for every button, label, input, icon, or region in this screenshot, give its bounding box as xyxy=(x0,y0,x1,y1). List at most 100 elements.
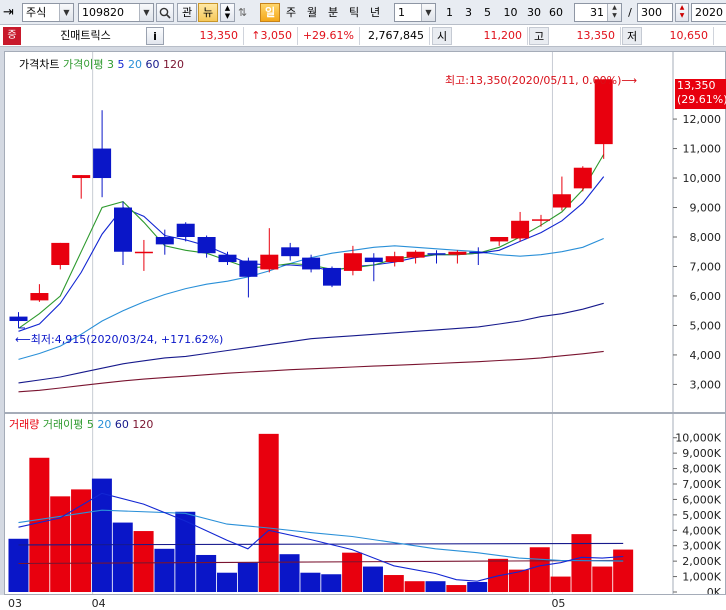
high-price: 13,350 xyxy=(549,27,621,45)
high-label: 고 xyxy=(529,27,549,45)
news-button[interactable]: 뉴 xyxy=(198,3,218,22)
period-week[interactable]: 주 xyxy=(281,3,301,22)
legend-ma60: 60 xyxy=(145,58,160,71)
spin-updown[interactable]: ▲ ▼ xyxy=(220,3,235,22)
candle xyxy=(448,251,467,255)
open-label: 시 xyxy=(432,27,452,45)
period-month[interactable]: 월 xyxy=(302,3,322,22)
volume-chart: 0K 1,000K 2,000K 3,000K 4,000K 5,000K 6,000K 7,… xyxy=(8,414,722,594)
volume-bar xyxy=(133,531,154,592)
legend-ma120: 120 xyxy=(162,58,184,71)
volume-bar xyxy=(258,433,279,592)
interest-button[interactable]: 관 xyxy=(177,3,197,22)
price-tick-label: 8,000 xyxy=(690,231,722,244)
volume-bar xyxy=(217,572,237,592)
volume-tick-label: 6,000K xyxy=(682,493,721,506)
volume-bar xyxy=(196,554,217,592)
volume-bar xyxy=(446,585,467,592)
volume-bar xyxy=(300,572,321,592)
current-price-tag: 13,350 (29.61%) xyxy=(675,79,726,109)
interval-select[interactable]: 1 ▼ xyxy=(394,3,436,22)
volume-bar xyxy=(404,581,425,592)
volume-bar xyxy=(71,489,92,592)
arrows-icon: ⇅ xyxy=(238,6,248,19)
total-input[interactable]: 300 xyxy=(637,3,673,22)
candle xyxy=(511,220,530,239)
period-minute[interactable]: 분 xyxy=(323,3,343,22)
x-tick-label: 04 xyxy=(92,597,106,610)
volume-value: 2,767,845 xyxy=(360,27,430,45)
ma5-line xyxy=(18,176,605,332)
interval-3[interactable]: 3 xyxy=(460,3,477,22)
market-select[interactable]: 주식 ▼ xyxy=(22,3,74,22)
ma3-line xyxy=(18,154,605,329)
volume-tick-label: 8,000K xyxy=(682,463,721,476)
candle xyxy=(343,253,362,271)
volume-tick-label: 0K xyxy=(707,586,722,594)
legend-ma20: 20 xyxy=(127,58,142,71)
candle xyxy=(9,316,28,322)
legend-vma20: 20 xyxy=(97,418,112,431)
volume-legend: 거래량 거래이평 5 20 60 120 xyxy=(9,416,153,432)
period-tick[interactable]: 틱 xyxy=(344,3,364,22)
volume-bar xyxy=(342,552,363,592)
search-button[interactable] xyxy=(156,3,174,22)
candle xyxy=(134,251,153,254)
candle xyxy=(93,148,112,179)
legend-volume-ma-title: 거래이평 xyxy=(42,418,84,431)
current-price-tag-value: 13,350 xyxy=(677,79,716,92)
volume-tick-label: 5,000K xyxy=(682,509,721,522)
x-axis: 03 04 05 xyxy=(0,595,726,610)
candle xyxy=(114,207,132,252)
back-arrow-icon[interactable]: ⇥ xyxy=(3,3,21,22)
spin-icon: ▲ ▼ xyxy=(607,4,621,21)
legend-price-title: 가격차트 xyxy=(19,58,60,71)
stock-name: 진매트릭스 xyxy=(60,29,111,42)
price-tick-label: 7,000 xyxy=(690,260,722,273)
interval-10[interactable]: 10 xyxy=(499,3,522,22)
code-input[interactable]: 109820 ▼ xyxy=(78,3,154,22)
quote-bar: 증 진매트릭스 i 13,350 ↑3,050 +29.61% 2,767,84… xyxy=(0,25,726,47)
x-tick-label: 03 xyxy=(8,597,22,610)
volume-bar xyxy=(279,554,300,592)
total-spin[interactable]: ▲ ▼ xyxy=(675,3,689,22)
date-input[interactable]: 2020 xyxy=(691,3,726,22)
volume-bar xyxy=(467,581,488,592)
current-price: 13,350 xyxy=(168,27,244,45)
chevron-down-icon: ▼ xyxy=(139,4,153,21)
search-icon xyxy=(159,7,171,19)
volume-bar xyxy=(29,457,50,592)
volume-pane[interactable]: 0K 1,000K 2,000K 3,000K 4,000K 5,000K 6,000K 7,… xyxy=(4,413,726,595)
candle xyxy=(427,253,446,255)
candle xyxy=(176,223,195,237)
legend-price-ma-title: 가격이평 xyxy=(62,58,104,71)
price-tick-label: 3,000 xyxy=(690,378,722,391)
volume-bar xyxy=(362,566,383,592)
price-chart: 3,000 4,000 5,000 6,000 7,000 8,000 9,000 10,00… xyxy=(9,52,722,412)
market-select-value: 주식 xyxy=(26,6,47,19)
interval-30[interactable]: 30 xyxy=(523,3,545,22)
interval-5[interactable]: 5 xyxy=(479,3,496,22)
price-tick-label: 4,000 xyxy=(690,349,722,362)
legend-vma120: 120 xyxy=(132,418,154,431)
low-price: 10,650 xyxy=(642,27,714,45)
volume-bar xyxy=(425,581,446,592)
volume-bar xyxy=(112,522,133,592)
price-pane[interactable]: 3,000 4,000 5,000 6,000 7,000 8,000 9,000 10,00… xyxy=(4,51,726,413)
price-tick-label: 6,000 xyxy=(690,290,722,303)
period-year[interactable]: 년 xyxy=(365,3,385,22)
price-tick-label: 10,000 xyxy=(683,172,722,185)
candle xyxy=(260,254,279,270)
volume-bar xyxy=(529,547,550,592)
interval-1[interactable]: 1 xyxy=(441,3,458,22)
price-change: ↑3,050 xyxy=(244,27,298,45)
interval-select-value: 1 xyxy=(398,6,405,19)
code-input-value: 109820 xyxy=(82,6,124,19)
period-day[interactable]: 일 xyxy=(260,3,280,22)
interval-60[interactable]: 60 xyxy=(545,3,567,22)
info-button[interactable]: i xyxy=(146,27,164,45)
high-annotation: 최고:13,350(2020/05/11, 0.00%)⟶ xyxy=(445,74,638,87)
current-price-tag-rate: (29.61%) xyxy=(677,93,726,106)
price-tick-label: 9,000 xyxy=(690,202,722,215)
count-input[interactable]: 31 ▲ ▼ xyxy=(574,3,622,22)
